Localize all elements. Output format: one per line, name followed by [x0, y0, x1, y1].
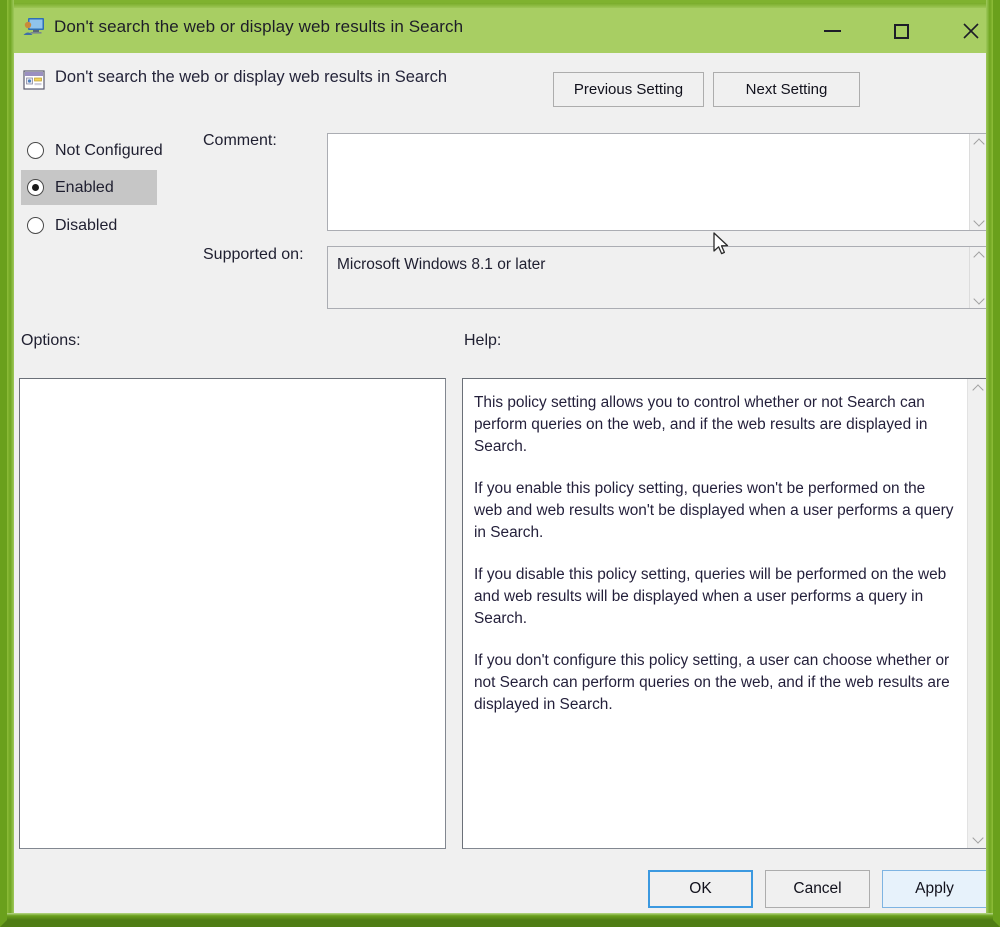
- cancel-button[interactable]: Cancel: [765, 870, 870, 908]
- window-border-left: [7, 0, 14, 920]
- help-text-content: This policy setting allows you to contro…: [463, 379, 967, 848]
- options-content: [20, 379, 445, 392]
- policy-setting-icon: [23, 70, 45, 90]
- close-icon: [963, 23, 979, 39]
- chevron-down-icon[interactable]: [974, 216, 985, 227]
- close-button[interactable]: [943, 6, 993, 56]
- radio-not-configured-indicator: [27, 142, 44, 159]
- radio-not-configured[interactable]: Not Configured: [21, 133, 163, 168]
- supported-on-scrollbar[interactable]: [969, 247, 988, 308]
- help-label: Help:: [464, 332, 502, 349]
- minimize-button[interactable]: [804, 6, 860, 56]
- chevron-up-icon[interactable]: [974, 137, 985, 148]
- maximize-button[interactable]: [873, 6, 929, 56]
- help-paragraph: If you don't configure this policy setti…: [474, 652, 950, 714]
- radio-disabled-label: Disabled: [55, 216, 118, 234]
- window-border-bottom: [7, 913, 993, 920]
- comment-label: Comment:: [203, 132, 277, 149]
- supported-on-value: Microsoft Windows 8.1 or later: [337, 256, 546, 273]
- options-panel[interactable]: [19, 378, 446, 849]
- radio-enabled-label: Enabled: [55, 178, 114, 196]
- chevron-up-icon[interactable]: [974, 250, 985, 261]
- options-label: Options:: [21, 332, 81, 349]
- previous-setting-button[interactable]: Previous Setting: [553, 72, 704, 107]
- page-title: Don't search the web or display web resu…: [55, 68, 448, 86]
- help-scrollbar[interactable]: [967, 379, 988, 848]
- comment-input[interactable]: [328, 134, 969, 230]
- help-paragraph: This policy setting allows you to contro…: [474, 394, 928, 456]
- policy-user-monitor-icon: [23, 18, 44, 35]
- help-paragraph: If you disable this policy setting, quer…: [474, 566, 947, 628]
- radio-not-configured-label: Not Configured: [55, 141, 163, 159]
- ok-button[interactable]: OK: [648, 870, 753, 908]
- apply-button[interactable]: Apply: [882, 870, 987, 908]
- radio-disabled[interactable]: Disabled: [21, 208, 157, 243]
- minimize-icon: [823, 30, 841, 32]
- maximize-icon: [893, 23, 909, 39]
- supported-on-label: Supported on:: [203, 246, 304, 263]
- radio-enabled[interactable]: Enabled: [21, 170, 157, 205]
- title-bar: Don't search the web or display web resu…: [7, 0, 993, 56]
- chevron-up-icon[interactable]: [973, 383, 984, 394]
- comment-scrollbar[interactable]: [969, 134, 988, 230]
- window-title: Don't search the web or display web resu…: [54, 17, 464, 36]
- next-setting-button[interactable]: Next Setting: [713, 72, 860, 107]
- help-paragraph: If you enable this policy setting, queri…: [474, 480, 954, 542]
- group-policy-setting-window: Don't search the web or display web resu…: [0, 0, 1000, 927]
- supported-on-textbox: Microsoft Windows 8.1 or later: [327, 246, 989, 309]
- chevron-down-icon[interactable]: [974, 294, 985, 305]
- comment-textbox[interactable]: [327, 133, 989, 231]
- radio-disabled-indicator: [27, 217, 44, 234]
- chevron-down-icon[interactable]: [973, 833, 984, 844]
- help-panel: This policy setting allows you to contro…: [462, 378, 989, 849]
- radio-enabled-indicator: [27, 179, 44, 196]
